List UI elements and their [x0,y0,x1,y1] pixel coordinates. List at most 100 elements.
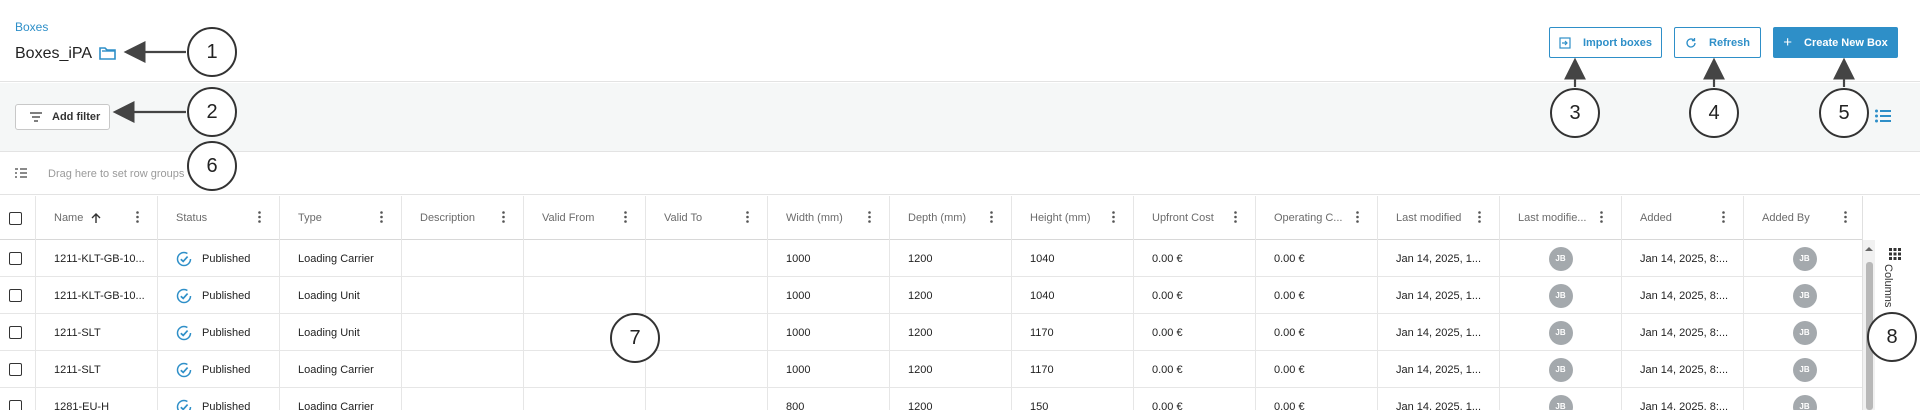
cell-valid-to[interactable] [646,351,768,388]
column-header[interactable]: Type [280,196,402,240]
refresh-button[interactable]: Refresh [1674,27,1761,58]
cell-name[interactable]: 1211-SLT [36,314,158,351]
column-header[interactable]: Width (mm) [768,196,890,240]
column-menu-icon[interactable] [1478,211,1481,223]
cell-last-modified[interactable]: Jan 14, 2025, 1... [1378,351,1500,388]
cell-last-modified[interactable]: Jan 14, 2025, 1... [1378,240,1500,277]
cell-name[interactable]: 1281-EU-H [36,388,158,410]
import-boxes-button[interactable]: Import boxes [1549,27,1662,58]
cell-status[interactable]: Published [158,351,280,388]
cell-width[interactable]: 800 [768,388,890,410]
column-menu-icon[interactable] [136,211,139,223]
breadcrumb-boxes[interactable]: Boxes [15,20,48,34]
table-row[interactable]: 1211-SLT Published Loading Carrier 1000 1200… [0,351,1862,388]
cell-added-by[interactable]: JB [1744,277,1862,314]
cell-status[interactable]: Published [158,277,280,314]
column-menu-icon[interactable] [1356,211,1359,223]
table-row[interactable]: 1211-KLT-GB-10... Published Loading Unit 10… [0,277,1862,314]
create-new-box-button[interactable]: + Create New Box [1773,27,1898,58]
row-checkbox[interactable] [9,326,22,339]
cell-operating[interactable]: 0.00 € [1256,351,1378,388]
cell-height[interactable]: 1170 [1012,314,1134,351]
column-header[interactable]: Last modified [1378,196,1500,240]
cell-operating[interactable]: 0.00 € [1256,240,1378,277]
cell-name[interactable]: 1211-KLT-GB-10... [36,240,158,277]
cell-type[interactable]: Loading Carrier [280,240,402,277]
cell-upfront[interactable]: 0.00 € [1134,240,1256,277]
cell-upfront[interactable]: 0.00 € [1134,277,1256,314]
table-row[interactable]: 1281-EU-H Published Loading Carrier 800 1200… [0,388,1862,410]
cell-depth[interactable]: 1200 [890,277,1012,314]
cell-description[interactable] [402,277,524,314]
cell-height[interactable]: 1040 [1012,277,1134,314]
cell-valid-to[interactable] [646,388,768,410]
cell-height[interactable]: 1170 [1012,351,1134,388]
cell-name[interactable]: 1211-KLT-GB-10... [36,277,158,314]
cell-operating[interactable]: 0.00 € [1256,314,1378,351]
cell-operating[interactable]: 0.00 € [1256,388,1378,410]
cell-last-modified-by[interactable]: JB [1500,388,1622,410]
column-header[interactable]: Last modifie... [1500,196,1622,240]
row-checkbox[interactable] [9,289,22,302]
cell-type[interactable]: Loading Unit [280,314,402,351]
cell-operating[interactable]: 0.00 € [1256,277,1378,314]
cell-added[interactable]: Jan 14, 2025, 8:... [1622,277,1744,314]
column-menu-icon[interactable] [746,211,749,223]
cell-added[interactable]: Jan 14, 2025, 8:... [1622,314,1744,351]
cell-width[interactable]: 1000 [768,314,890,351]
cell-added[interactable]: Jan 14, 2025, 8:... [1622,388,1744,410]
cell-description[interactable] [402,388,524,410]
row-checkbox[interactable] [9,400,22,410]
column-header[interactable]: Name [36,196,158,240]
column-header[interactable]: Depth (mm) [890,196,1012,240]
column-menu-icon[interactable] [1722,211,1725,223]
table-row[interactable]: 1211-SLT Published Loading Unit 1000 1200 117… [0,314,1862,351]
column-menu-icon[interactable] [258,211,261,223]
scroll-up-arrow-icon[interactable] [1864,244,1874,254]
cell-width[interactable]: 1000 [768,277,890,314]
row-group-drop-zone[interactable]: Drag here to set row groups [0,153,1920,195]
column-menu-icon[interactable] [1112,211,1115,223]
sort-ascending-icon[interactable] [91,212,101,224]
cell-valid-from[interactable] [524,388,646,410]
cell-added[interactable]: Jan 14, 2025, 8:... [1622,240,1744,277]
cell-last-modified-by[interactable]: JB [1500,351,1622,388]
cell-last-modified-by[interactable]: JB [1500,314,1622,351]
cell-depth[interactable]: 1200 [890,240,1012,277]
column-header[interactable]: Upfront Cost [1134,196,1256,240]
cell-width[interactable]: 1000 [768,240,890,277]
column-menu-icon[interactable] [990,211,993,223]
cell-type[interactable]: Loading Unit [280,277,402,314]
cell-width[interactable]: 1000 [768,351,890,388]
cell-last-modified[interactable]: Jan 14, 2025, 1... [1378,314,1500,351]
column-menu-icon[interactable] [868,211,871,223]
column-header[interactable]: Height (mm) [1012,196,1134,240]
column-header[interactable]: Operating C... [1256,196,1378,240]
cell-added[interactable]: Jan 14, 2025, 8:... [1622,351,1744,388]
cell-last-modified-by[interactable]: JB [1500,240,1622,277]
cell-type[interactable]: Loading Carrier [280,351,402,388]
cell-status[interactable]: Published [158,388,280,410]
add-filter-button[interactable]: Add filter [15,104,110,130]
cell-depth[interactable]: 1200 [890,351,1012,388]
folder-icon[interactable] [98,44,118,62]
row-checkbox[interactable] [9,363,22,376]
cell-depth[interactable]: 1200 [890,314,1012,351]
list-view-icon[interactable] [1874,107,1892,125]
column-menu-icon[interactable] [1234,211,1237,223]
cell-added-by[interactable]: JB [1744,314,1862,351]
select-all-checkbox[interactable] [9,211,22,225]
cell-height[interactable]: 150 [1012,388,1134,410]
cell-valid-to[interactable] [646,314,768,351]
column-header[interactable]: Valid To [646,196,768,240]
column-header[interactable]: Description [402,196,524,240]
cell-valid-to[interactable] [646,277,768,314]
cell-last-modified[interactable]: Jan 14, 2025, 1... [1378,388,1500,410]
cell-last-modified-by[interactable]: JB [1500,277,1622,314]
cell-type[interactable]: Loading Carrier [280,388,402,410]
cell-added-by[interactable]: JB [1744,351,1862,388]
cell-status[interactable]: Published [158,314,280,351]
column-menu-icon[interactable] [624,211,627,223]
column-menu-icon[interactable] [1600,211,1603,223]
column-header[interactable]: Added [1622,196,1744,240]
